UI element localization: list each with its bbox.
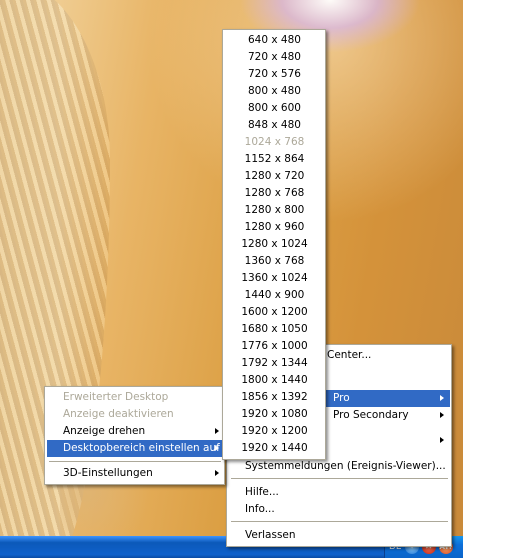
resolution-submenu: 640 x 480 720 x 480 720 x 576 800 x 480 800 … (222, 29, 326, 460)
menu-item-info[interactable]: Info... (229, 501, 450, 518)
menu-item-disable-display-label: Anzeige deaktivieren (63, 408, 174, 420)
resolution-option[interactable]: 1856 x 1392 (225, 389, 324, 406)
resolution-option[interactable]: 1280 x 800 (225, 202, 324, 219)
menu-item-rotate-display[interactable]: Anzeige drehen (47, 423, 223, 440)
resolution-option[interactable]: 1152 x 864 (225, 151, 324, 168)
submenu-arrow-icon (215, 445, 219, 451)
menu-item-set-desktop-area[interactable]: Desktopbereich einstellen auf (47, 440, 223, 457)
resolution-option[interactable]: 800 x 600 (225, 100, 324, 117)
resolution-option[interactable]: 1280 x 768 (225, 185, 324, 202)
resolution-option[interactable]: 1920 x 1200 (225, 423, 324, 440)
resolution-option[interactable]: 1792 x 1344 (225, 355, 324, 372)
resolution-option[interactable]: 1920 x 1080 (225, 406, 324, 423)
menu-item-3d-settings-label: 3D-Einstellungen (63, 467, 153, 479)
submenu-arrow-icon (215, 428, 219, 434)
menu-item-help-label: Hilfe... (245, 486, 279, 498)
menu-item-rotate-display-label: Anzeige drehen (63, 425, 146, 437)
menu-item-set-desktop-area-label: Desktopbereich einstellen auf (63, 442, 220, 454)
menu-item-system-messages[interactable]: Systemmeldungen (Ereignis-Viewer)... (229, 458, 450, 475)
menu-separator (231, 478, 448, 479)
resolution-option[interactable]: 1600 x 1200 (225, 304, 324, 321)
resolution-option[interactable]: 1920 x 1440 (225, 440, 324, 457)
resolution-option[interactable]: 1360 x 768 (225, 253, 324, 270)
resolution-option[interactable]: 1680 x 1050 (225, 321, 324, 338)
resolution-option[interactable]: 720 x 576 (225, 66, 324, 83)
resolution-option[interactable]: 720 x 480 (225, 49, 324, 66)
menu-separator (231, 521, 448, 522)
menu-item-disable-display[interactable]: Anzeige deaktivieren (47, 406, 223, 423)
resolution-option[interactable]: 640 x 480 (225, 32, 324, 49)
submenu-arrow-icon (440, 412, 444, 418)
menu-separator (49, 461, 221, 462)
resolution-option[interactable]: 1024 x 768 (225, 134, 324, 151)
resolution-option[interactable]: 800 x 480 (225, 83, 324, 100)
resolution-option[interactable]: 1440 x 900 (225, 287, 324, 304)
resolution-option[interactable]: 848 x 480 (225, 117, 324, 134)
menu-item-extended-desktop-label: Erweiterter Desktop (63, 391, 169, 403)
menu-item-3d-settings[interactable]: 3D-Einstellungen (47, 465, 223, 482)
menu-item-help[interactable]: Hilfe... (229, 484, 450, 501)
menu-item-exit-label: Verlassen (245, 529, 296, 541)
menu-item-info-label: Info... (245, 503, 275, 515)
resolution-option[interactable]: 1280 x 1024 (225, 236, 324, 253)
submenu-arrow-icon (440, 395, 444, 401)
display-submenu: Erweiterter Desktop Anzeige deaktivieren… (44, 386, 225, 485)
resolution-option[interactable]: 1280 x 960 (225, 219, 324, 236)
menu-item-system-messages-label: Systemmeldungen (Ereignis-Viewer)... (245, 460, 446, 472)
submenu-arrow-icon (215, 470, 219, 476)
resolution-option[interactable]: 1360 x 1024 (225, 270, 324, 287)
menu-item-extended-desktop[interactable]: Erweiterter Desktop (47, 389, 223, 406)
menu-item-exit[interactable]: Verlassen (229, 527, 450, 544)
submenu-arrow-icon (440, 437, 444, 443)
resolution-option[interactable]: 1776 x 1000 (225, 338, 324, 355)
resolution-option[interactable]: 1800 x 1440 (225, 372, 324, 389)
resolution-option[interactable]: 1280 x 720 (225, 168, 324, 185)
